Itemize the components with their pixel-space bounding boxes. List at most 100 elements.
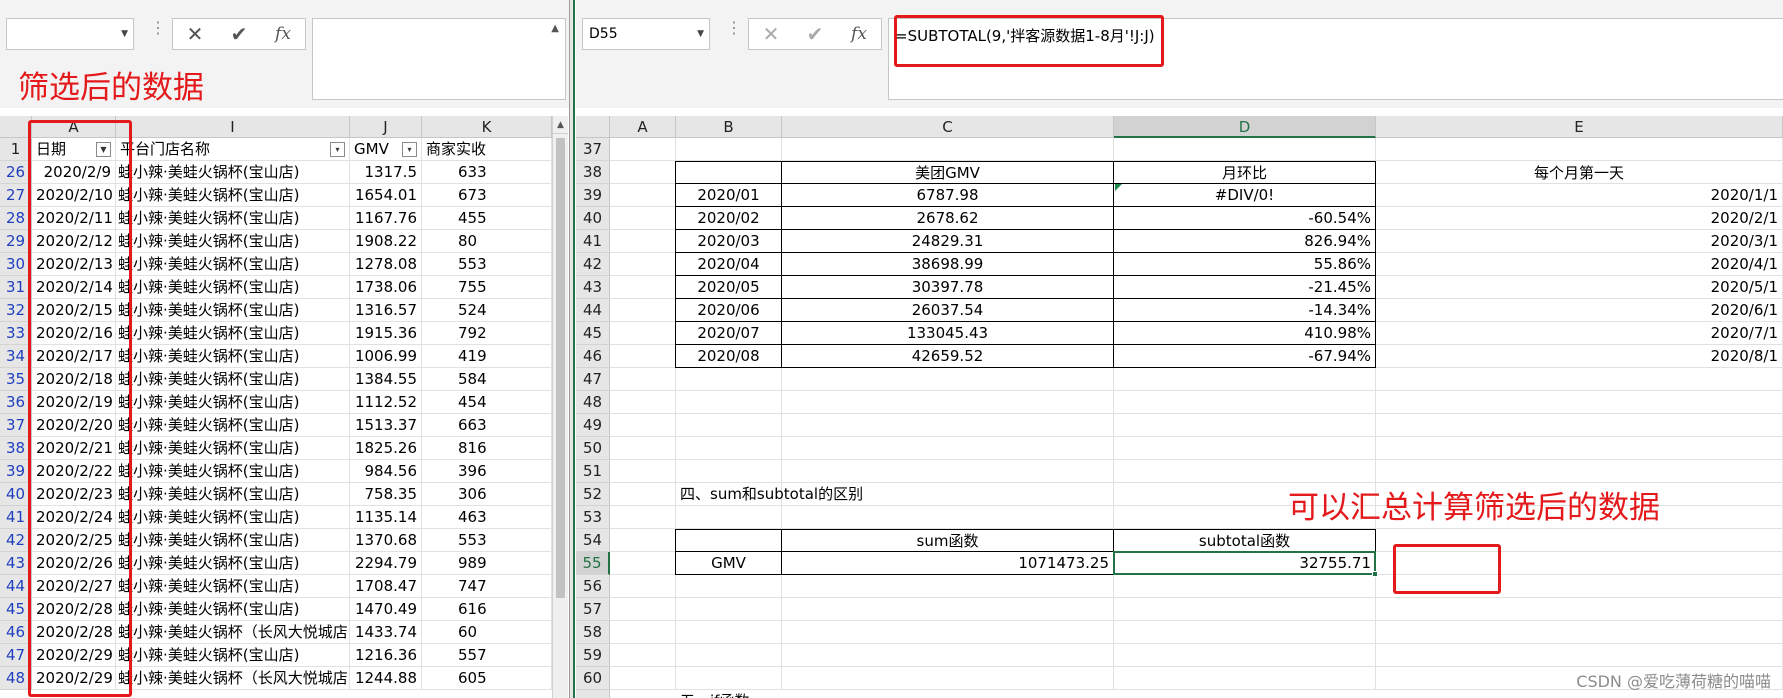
- mom-cell[interactable]: -21.45%: [1114, 276, 1376, 299]
- grid-cell[interactable]: [782, 598, 1114, 621]
- store-cell[interactable]: 蛙小辣·美蛙火锅杯(宝山店): [116, 552, 350, 575]
- grid-cell[interactable]: [1114, 644, 1376, 667]
- grid-cell[interactable]: [610, 644, 676, 667]
- grid-cell[interactable]: [1114, 667, 1376, 690]
- store-cell[interactable]: 蛙小辣·美蛙火锅杯(宝山店): [116, 575, 350, 598]
- grid-cell[interactable]: [676, 575, 782, 598]
- date-cell[interactable]: 2020/2/11: [32, 207, 116, 230]
- grid-cell[interactable]: [676, 460, 782, 483]
- row-header[interactable]: 41: [576, 230, 610, 253]
- gmv-cell[interactable]: 26037.54: [782, 299, 1114, 322]
- row-header[interactable]: 52: [576, 483, 610, 506]
- row-header[interactable]: 30: [0, 253, 32, 276]
- gmv-cell[interactable]: 38698.99: [782, 253, 1114, 276]
- merchant-cell[interactable]: 747: [422, 575, 552, 598]
- row-header[interactable]: 1: [0, 138, 32, 161]
- gmv-cell[interactable]: 133045.43: [782, 322, 1114, 345]
- gmv-cell[interactable]: 758.35: [350, 483, 422, 506]
- gmv-cell[interactable]: 1708.47: [350, 575, 422, 598]
- row-header[interactable]: 48: [576, 391, 610, 414]
- row-header[interactable]: 45: [0, 598, 32, 621]
- grid-cell[interactable]: [782, 575, 1114, 598]
- table-header-cell[interactable]: [676, 161, 782, 184]
- row-header[interactable]: 49: [576, 414, 610, 437]
- row-header[interactable]: 34: [0, 345, 32, 368]
- gmv-cell[interactable]: 42659.52: [782, 345, 1114, 368]
- store-cell[interactable]: 蛙小辣·美蛙火锅杯(宝山店): [116, 299, 350, 322]
- row-header[interactable]: 57: [576, 598, 610, 621]
- vertical-scrollbar[interactable]: ▲: [552, 116, 568, 698]
- first-day-cell[interactable]: 2020/6/1: [1376, 299, 1783, 322]
- row-header[interactable]: 42: [0, 529, 32, 552]
- date-cell[interactable]: 2020/2/23: [32, 483, 116, 506]
- formula-input[interactable]: =SUBTOTAL(9,'拌客源数据1-8月'!J:J): [888, 18, 1783, 100]
- gmv-cell[interactable]: 1216.36: [350, 644, 422, 667]
- date-cell[interactable]: 2020/2/28: [32, 598, 116, 621]
- grid-cell[interactable]: [610, 207, 676, 230]
- date-cell[interactable]: 2020/2/22: [32, 460, 116, 483]
- store-cell[interactable]: 蛙小辣·美蛙火锅杯(宝山店): [116, 207, 350, 230]
- gmv-cell[interactable]: 1278.08: [350, 253, 422, 276]
- date-header[interactable]: 日期 ▼: [32, 138, 116, 161]
- grid-cell[interactable]: [610, 138, 676, 161]
- grid-cell[interactable]: [610, 414, 676, 437]
- month-cell[interactable]: 2020/04: [676, 253, 782, 276]
- row-header[interactable]: 37: [576, 138, 610, 161]
- grid-cell[interactable]: [610, 161, 676, 184]
- grid-cell[interactable]: [610, 552, 676, 575]
- gmv-cell[interactable]: 1470.49: [350, 598, 422, 621]
- grid-cell[interactable]: [1114, 460, 1376, 483]
- column-header[interactable]: E: [1376, 116, 1783, 138]
- chevron-down-icon[interactable]: ▼: [121, 19, 128, 49]
- row-header[interactable]: 43: [576, 276, 610, 299]
- grid-cell[interactable]: [610, 391, 676, 414]
- merchant-cell[interactable]: 553: [422, 253, 552, 276]
- row-header[interactable]: 44: [576, 299, 610, 322]
- grid-cell[interactable]: [1114, 575, 1376, 598]
- row-header[interactable]: 46: [576, 345, 610, 368]
- grid-cell[interactable]: [610, 667, 676, 690]
- compare-header-cell[interactable]: subtotal函数: [1114, 529, 1376, 552]
- store-cell[interactable]: 蛙小辣·美蛙火锅杯(宝山店): [116, 414, 350, 437]
- mom-cell[interactable]: 410.98%: [1114, 322, 1376, 345]
- gmv-cell[interactable]: 1006.99: [350, 345, 422, 368]
- row-header[interactable]: 56: [576, 575, 610, 598]
- row-header[interactable]: 41: [0, 506, 32, 529]
- grid-cell[interactable]: [1376, 460, 1783, 483]
- date-cell[interactable]: 2020/2/25: [32, 529, 116, 552]
- date-cell[interactable]: 2020/2/12: [32, 230, 116, 253]
- grid-cell[interactable]: [610, 184, 676, 207]
- first-day-cell[interactable]: 2020/1/1: [1376, 184, 1783, 207]
- row-header[interactable]: 26: [0, 161, 32, 184]
- store-cell[interactable]: 蛙小辣·美蛙火锅杯(宝山店): [116, 506, 350, 529]
- store-cell[interactable]: 蛙小辣·美蛙火锅杯(宝山店): [116, 276, 350, 299]
- row-header[interactable]: 37: [0, 414, 32, 437]
- date-cell[interactable]: 2020/2/18: [32, 368, 116, 391]
- grid-cell[interactable]: [782, 621, 1114, 644]
- gmv-cell[interactable]: 1915.36: [350, 322, 422, 345]
- grid-cell[interactable]: [782, 644, 1114, 667]
- grid-cell[interactable]: [610, 299, 676, 322]
- insert-function-icon[interactable]: fx: [841, 19, 877, 49]
- store-cell[interactable]: 蛙小辣·美蛙火锅杯(宝山店): [116, 437, 350, 460]
- grid-cell[interactable]: [610, 322, 676, 345]
- compare-header-cell[interactable]: sum函数: [782, 529, 1114, 552]
- row-header[interactable]: 47: [576, 368, 610, 391]
- store-cell[interactable]: 蛙小辣·美蛙火锅杯(宝山店): [116, 230, 350, 253]
- grid-cell[interactable]: [1114, 437, 1376, 460]
- row-header[interactable]: 33: [0, 322, 32, 345]
- merchant-cell[interactable]: 816: [422, 437, 552, 460]
- grid-cell[interactable]: [610, 506, 676, 529]
- gmv-cell[interactable]: 1738.06: [350, 276, 422, 299]
- row-header[interactable]: 45: [576, 322, 610, 345]
- merchant-cell[interactable]: 463: [422, 506, 552, 529]
- mom-cell[interactable]: 55.86%: [1114, 253, 1376, 276]
- date-cell[interactable]: 2020/2/24: [32, 506, 116, 529]
- grid-cell[interactable]: [610, 345, 676, 368]
- enter-icon[interactable]: ✔: [797, 19, 833, 49]
- grid-cell[interactable]: [1114, 414, 1376, 437]
- date-cell[interactable]: 2020/2/27: [32, 575, 116, 598]
- filter-dropdown-icon[interactable]: ▾: [402, 142, 417, 157]
- mom-cell[interactable]: #DIV/0!: [1114, 184, 1376, 207]
- store-cell[interactable]: 蛙小辣·美蛙火锅杯(宝山店): [116, 368, 350, 391]
